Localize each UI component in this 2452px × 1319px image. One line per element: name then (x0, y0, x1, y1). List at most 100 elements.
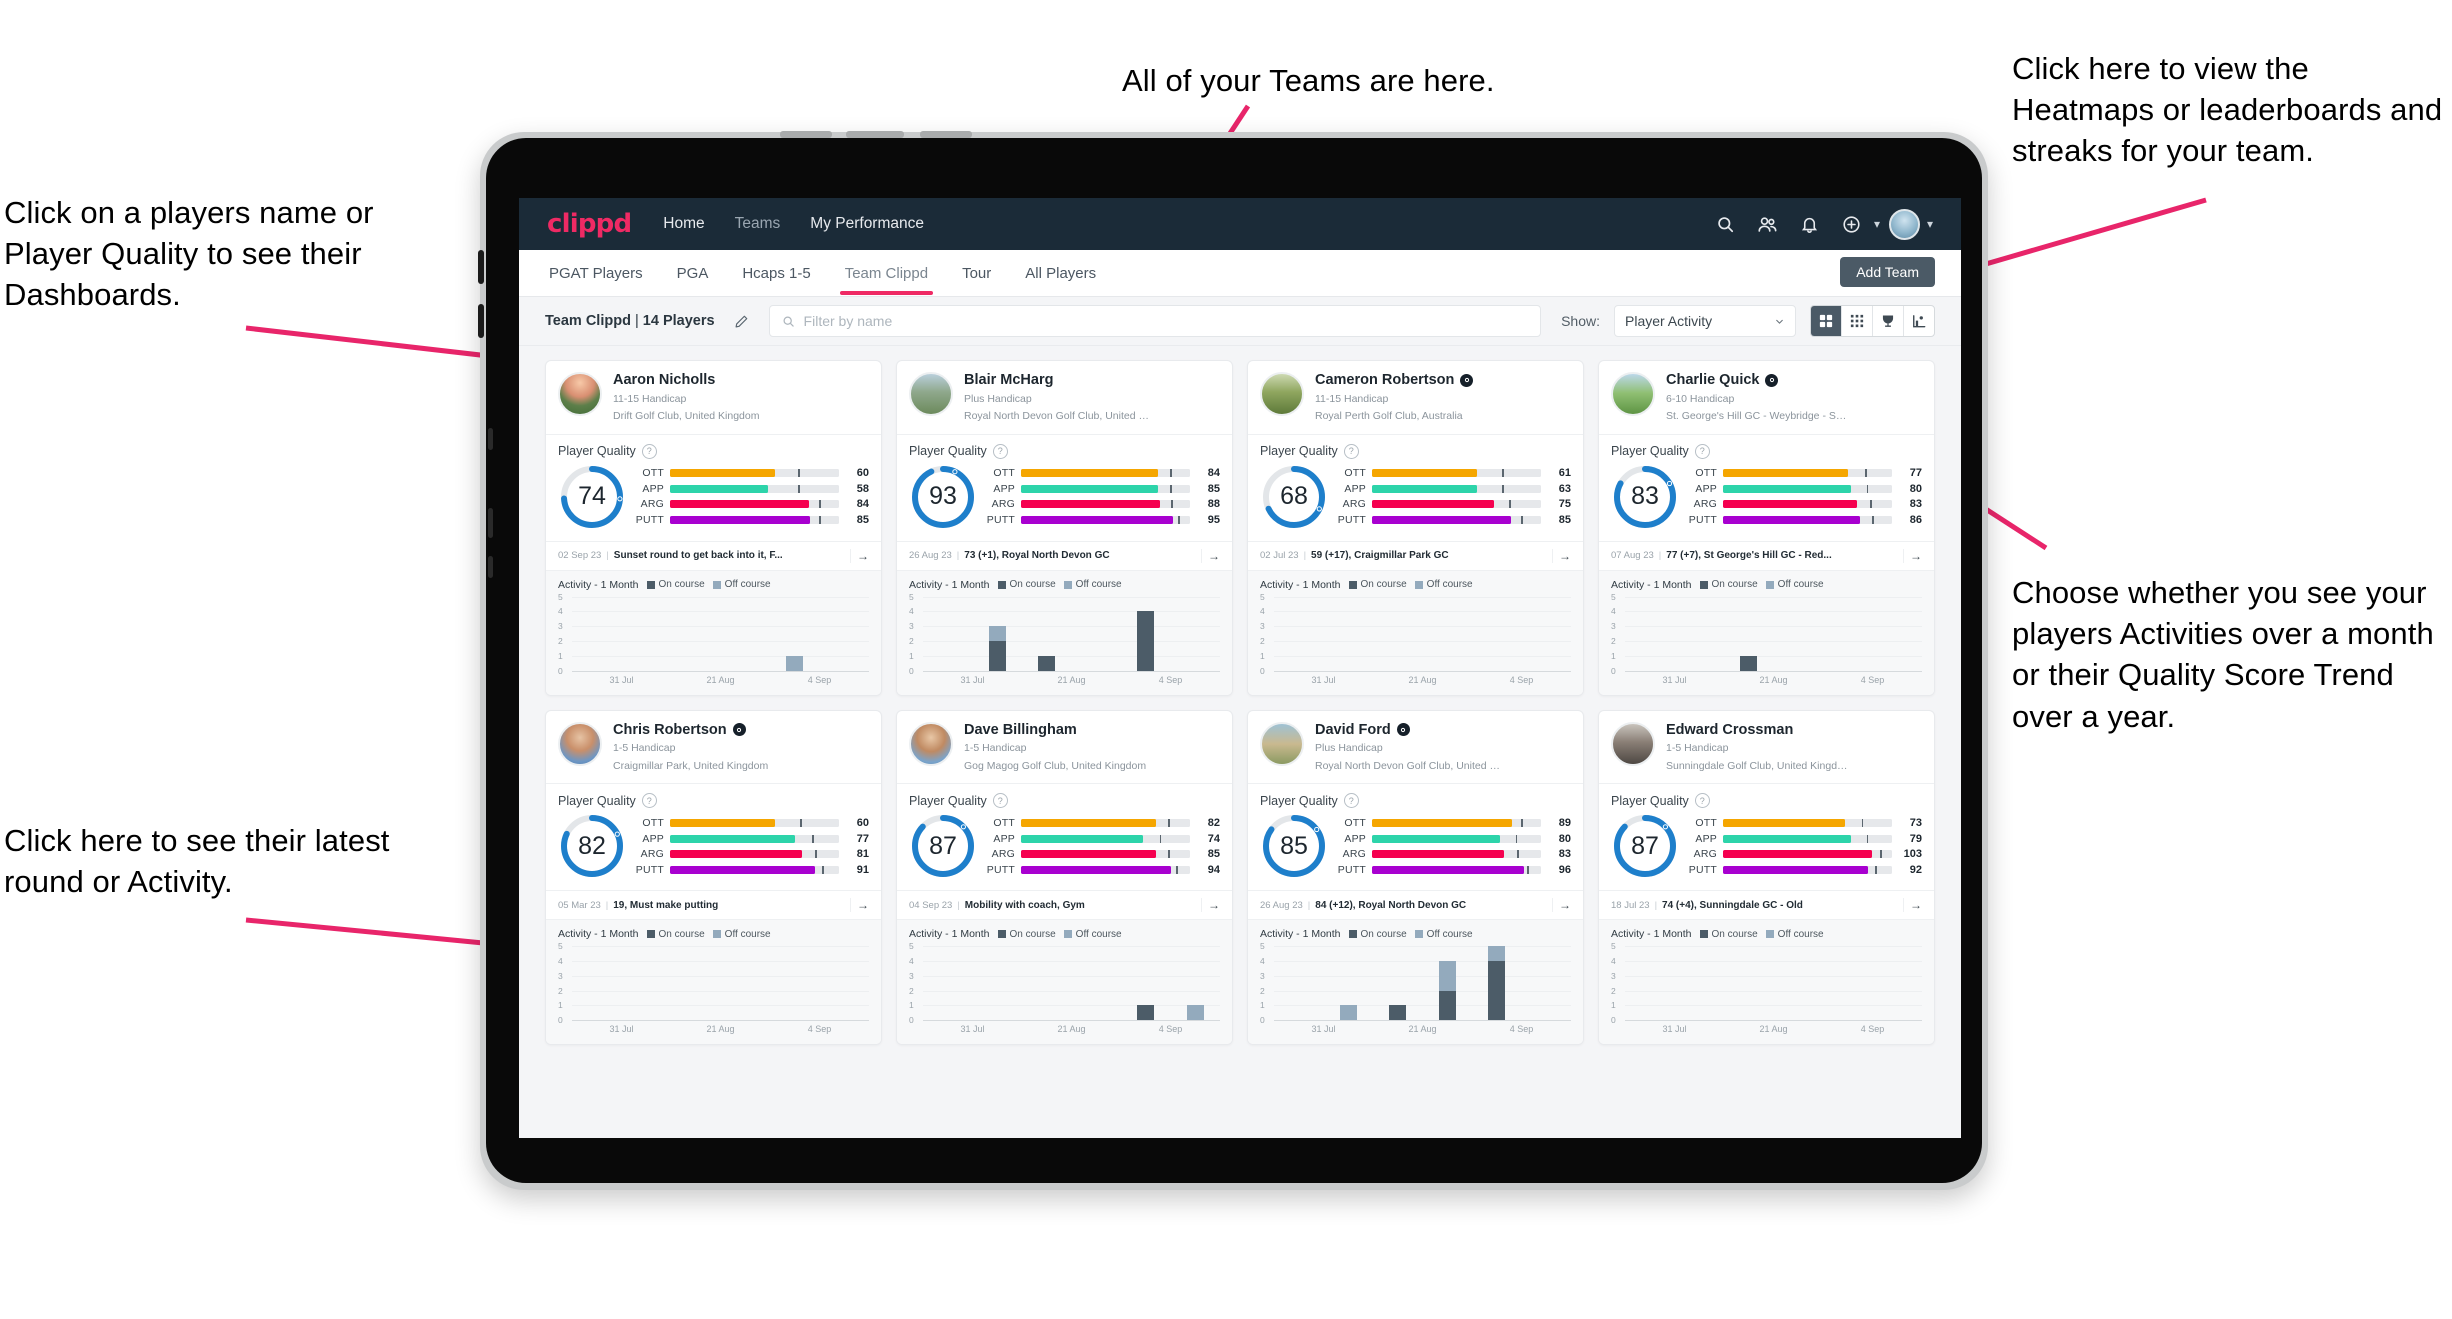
tab-hcaps-1-5[interactable]: Hcaps 1-5 (740, 253, 812, 294)
grid-view-icon[interactable] (1842, 306, 1873, 336)
quality-score-ring[interactable]: 68 (1260, 463, 1328, 531)
quality-score-ring[interactable]: 93 (909, 463, 977, 531)
edit-pencil-icon[interactable] (729, 308, 755, 334)
quality-score-ring[interactable]: 85 (1260, 812, 1328, 880)
tab-all-players[interactable]: All Players (1023, 253, 1098, 294)
search-icon[interactable] (1709, 207, 1743, 241)
player-quality-header[interactable]: Player Quality? (1599, 784, 1934, 810)
latest-round-row[interactable]: 26 Aug 23 | 84 (+12), Royal North Devon GC… (1248, 890, 1583, 921)
latest-round-row[interactable]: 02 Sep 23 | Sunset round to get back into … (546, 540, 881, 571)
quality-score-ring[interactable]: 87 (909, 812, 977, 880)
latest-round-row[interactable]: 26 Aug 23 | 73 (+1), Royal North Devon GC → (897, 540, 1232, 571)
player-name[interactable]: Dave Billingham (964, 722, 1146, 739)
arrow-right-icon[interactable]: → (1903, 898, 1922, 913)
avatar[interactable] (1888, 207, 1922, 241)
tab-pga[interactable]: PGA (675, 253, 711, 294)
chevron-down-icon-add[interactable]: ▾ (1874, 217, 1880, 231)
show-select[interactable]: Player Activity (1614, 305, 1796, 337)
player-quality-header[interactable]: Player Quality? (546, 784, 881, 810)
card-view-icon[interactable] (1811, 306, 1842, 336)
player-quality-header[interactable]: Player Quality? (546, 435, 881, 461)
people-icon[interactable] (1751, 207, 1785, 241)
trophy-leaderboard-icon[interactable] (1873, 306, 1904, 336)
quality-score-ring[interactable]: 87 (1611, 812, 1679, 880)
nav-link-teams[interactable]: Teams (735, 215, 781, 233)
quality-score-ring[interactable]: 83 (1611, 463, 1679, 531)
help-icon[interactable]: ? (1343, 793, 1359, 809)
add-team-button[interactable]: Add Team (1840, 257, 1935, 287)
help-icon[interactable]: ? (1343, 443, 1359, 459)
arrow-right-icon[interactable]: → (850, 898, 869, 913)
player-card[interactable]: Cameron Robertson 11-15 Handicap Royal Per… (1247, 360, 1584, 696)
tab-team-clippd[interactable]: Team Clippd (839, 253, 934, 295)
tab-pgat-players[interactable]: PGAT Players (547, 253, 645, 294)
metric-bar-track (1723, 850, 1892, 859)
tab-tour[interactable]: Tour (960, 253, 993, 294)
player-card[interactable]: Charlie Quick 6-10 Handicap St. George's H… (1598, 360, 1935, 696)
metric-row: PUTT 92 (1687, 864, 1922, 876)
metric-label: OTT (1695, 817, 1717, 830)
player-card[interactable]: Blair McHarg Plus Handicap Royal North Dev… (896, 360, 1233, 696)
arrow-right-icon[interactable]: → (1201, 898, 1220, 913)
bell-icon[interactable] (1793, 207, 1827, 241)
player-name[interactable]: David Ford (1315, 722, 1500, 739)
nav-link-my-performance[interactable]: My Performance (810, 215, 924, 233)
help-icon[interactable]: ? (641, 443, 657, 459)
player-quality-header[interactable]: Player Quality? (1248, 435, 1583, 461)
player-card-header[interactable]: Aaron Nicholls 11-15 Handicap Drift Golf C… (546, 361, 881, 435)
latest-round-row[interactable]: 02 Jul 23 | 59 (+17), Craigmillar Park GC → (1248, 540, 1583, 571)
player-handicap: 11-15 Handicap (613, 392, 687, 405)
help-icon[interactable]: ? (641, 793, 657, 809)
player-card-header[interactable]: Chris Robertson 1-5 Handicap Craigmillar P… (546, 711, 881, 785)
player-quality-header[interactable]: Player Quality? (897, 435, 1232, 461)
arrow-right-icon[interactable]: → (1552, 548, 1571, 563)
player-name[interactable]: Charlie Quick (1666, 372, 1851, 389)
help-icon[interactable]: ? (992, 793, 1008, 809)
player-card-header[interactable]: Edward Crossman 1-5 Handicap Sunningdale G… (1599, 711, 1934, 785)
metric-label: PUTT (986, 513, 1015, 526)
player-card[interactable]: Aaron Nicholls 11-15 Handicap Drift Golf C… (545, 360, 882, 696)
help-icon[interactable]: ? (1694, 793, 1710, 809)
arrow-right-icon[interactable]: → (1903, 548, 1922, 563)
player-card[interactable]: David Ford Plus Handicap Royal North Devon… (1247, 709, 1584, 1046)
latest-round-row[interactable]: 18 Jul 23 | 74 (+4), Sunningdale GC - Old → (1599, 890, 1934, 921)
player-card-header[interactable]: Blair McHarg Plus Handicap Royal North Dev… (897, 361, 1232, 435)
arrow-right-icon[interactable]: → (850, 548, 869, 563)
player-name[interactable]: Blair McHarg (964, 372, 1149, 389)
streaks-icon[interactable] (1904, 306, 1934, 336)
arrow-right-icon[interactable]: → (1552, 898, 1571, 913)
player-quality-label: Player Quality (1260, 793, 1338, 808)
metric-row: OTT 60 (634, 467, 869, 479)
player-quality-header[interactable]: Player Quality? (1599, 435, 1934, 461)
player-card-header[interactable]: David Ford Plus Handicap Royal North Devon… (1248, 711, 1583, 785)
clippd-logo[interactable]: clippd (547, 209, 632, 239)
player-card-header[interactable]: Cameron Robertson 11-15 Handicap Royal Per… (1248, 361, 1583, 435)
player-quality-header[interactable]: Player Quality? (1248, 784, 1583, 810)
player-quality-header[interactable]: Player Quality? (897, 784, 1232, 810)
latest-round-row[interactable]: 07 Aug 23 | 77 (+7), St George's Hill GC -… (1599, 540, 1934, 571)
player-name[interactable]: Edward Crossman (1666, 722, 1851, 739)
search-input[interactable]: Filter by name (768, 305, 1542, 337)
latest-round-row[interactable]: 05 Mar 23 | 19, Must make putting → (546, 890, 881, 921)
player-card[interactable]: Chris Robertson 1-5 Handicap Craigmillar P… (545, 709, 882, 1046)
player-card[interactable]: Edward Crossman 1-5 Handicap Sunningdale G… (1598, 709, 1935, 1046)
chevron-down-icon-profile[interactable]: ▾ (1927, 217, 1933, 231)
latest-round-row[interactable]: 04 Sep 23 | Mobility with coach, Gym → (897, 890, 1232, 921)
quality-score-ring[interactable]: 82 (558, 812, 626, 880)
help-icon[interactable]: ? (1694, 443, 1710, 459)
round-separator: | (1658, 550, 1662, 562)
nav-link-home[interactable]: Home (663, 215, 704, 233)
player-name[interactable]: Aaron Nicholls (613, 372, 759, 389)
player-name[interactable]: Chris Robertson (613, 722, 768, 739)
player-card[interactable]: Dave Billingham 1-5 Handicap Gog Magog Gol… (896, 709, 1233, 1046)
help-icon[interactable]: ? (992, 443, 1008, 459)
player-name[interactable]: Cameron Robertson (1315, 372, 1474, 389)
chart-bar-slot (820, 597, 870, 671)
arrow-right-icon[interactable]: → (1201, 548, 1220, 563)
quality-score-ring[interactable]: 74 (558, 463, 626, 531)
plus-circle-icon[interactable] (1835, 207, 1869, 241)
player-card-header[interactable]: Dave Billingham 1-5 Handicap Gog Magog Gol… (897, 711, 1232, 785)
bar-segment-on-course (1488, 961, 1506, 1021)
metric-bar-track (670, 500, 839, 509)
player-card-header[interactable]: Charlie Quick 6-10 Handicap St. George's H… (1599, 361, 1934, 435)
